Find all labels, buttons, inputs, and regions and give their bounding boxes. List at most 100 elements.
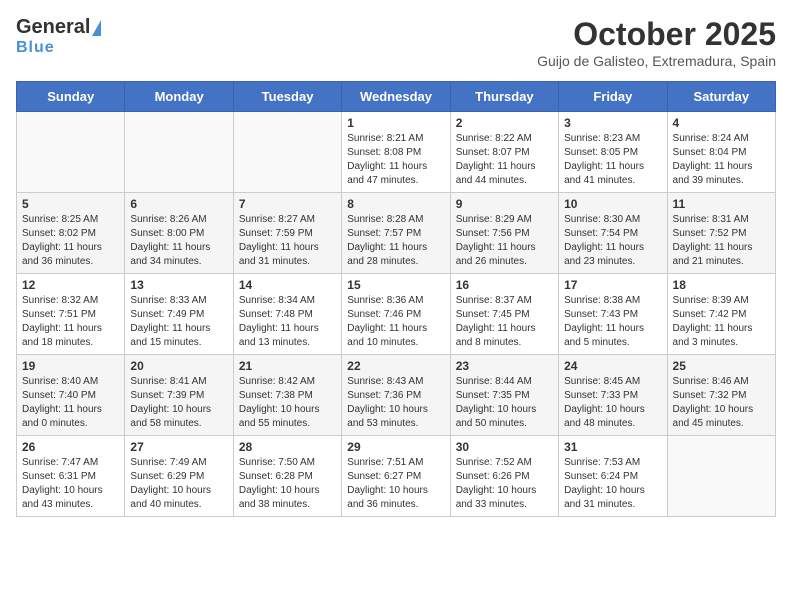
calendar-cell: 3 Sunrise: 8:23 AMSunset: 8:05 PMDaylight… bbox=[559, 112, 667, 193]
location-subtitle: Guijo de Galisteo, Extremadura, Spain bbox=[537, 53, 776, 69]
day-number: 18 bbox=[673, 278, 770, 292]
day-info: Sunrise: 7:49 AMSunset: 6:29 PMDaylight:… bbox=[130, 456, 227, 512]
day-number: 16 bbox=[456, 278, 553, 292]
day-info: Sunrise: 8:21 AMSunset: 8:08 PMDaylight:… bbox=[347, 132, 444, 188]
calendar-cell: 30 Sunrise: 7:52 AMSunset: 6:26 PMDayligh… bbox=[450, 436, 558, 517]
day-number: 10 bbox=[564, 197, 661, 211]
day-number: 19 bbox=[22, 359, 119, 373]
day-info: Sunrise: 8:40 AMSunset: 7:40 PMDaylight:… bbox=[22, 375, 119, 431]
day-number: 21 bbox=[239, 359, 336, 373]
calendar-cell: 16 Sunrise: 8:37 AMSunset: 7:45 PMDayligh… bbox=[450, 274, 558, 355]
day-info: Sunrise: 8:24 AMSunset: 8:04 PMDaylight:… bbox=[673, 132, 770, 188]
calendar-cell: 6 Sunrise: 8:26 AMSunset: 8:00 PMDaylight… bbox=[125, 193, 233, 274]
day-info: Sunrise: 8:36 AMSunset: 7:46 PMDaylight:… bbox=[347, 294, 444, 350]
calendar-table: SundayMondayTuesdayWednesdayThursdayFrid… bbox=[16, 81, 776, 517]
calendar-cell: 1Sunrise: 8:21 AMSunset: 8:08 PMDaylight… bbox=[342, 112, 450, 193]
header-day-tuesday: Tuesday bbox=[233, 82, 341, 112]
logo-general-word: General bbox=[16, 16, 90, 38]
calendar-cell: 20 Sunrise: 8:41 AMSunset: 7:39 PMDayligh… bbox=[125, 355, 233, 436]
header-day-saturday: Saturday bbox=[667, 82, 775, 112]
calendar-cell bbox=[233, 112, 341, 193]
calendar-week-2: 5Sunrise: 8:25 AMSunset: 8:02 PMDaylight… bbox=[17, 193, 776, 274]
calendar-cell: 13 Sunrise: 8:33 AMSunset: 7:49 PMDayligh… bbox=[125, 274, 233, 355]
day-info: Sunrise: 7:47 AMSunset: 6:31 PMDaylight:… bbox=[22, 456, 119, 512]
calendar-cell: 11 Sunrise: 8:31 AMSunset: 7:52 PMDayligh… bbox=[667, 193, 775, 274]
calendar-week-4: 19 Sunrise: 8:40 AMSunset: 7:40 PMDayligh… bbox=[17, 355, 776, 436]
day-number: 22 bbox=[347, 359, 444, 373]
day-number: 5 bbox=[22, 197, 119, 211]
calendar-cell: 24Sunrise: 8:45 AMSunset: 7:33 PMDayligh… bbox=[559, 355, 667, 436]
day-number: 3 bbox=[564, 116, 661, 130]
day-info: Sunrise: 8:32 AMSunset: 7:51 PMDaylight:… bbox=[22, 294, 119, 350]
calendar-cell: 4 Sunrise: 8:24 AMSunset: 8:04 PMDaylight… bbox=[667, 112, 775, 193]
day-info: Sunrise: 7:51 AMSunset: 6:27 PMDaylight:… bbox=[347, 456, 444, 512]
calendar-body: 1Sunrise: 8:21 AMSunset: 8:08 PMDaylight… bbox=[17, 112, 776, 517]
day-number: 13 bbox=[130, 278, 227, 292]
day-number: 12 bbox=[22, 278, 119, 292]
day-info: Sunrise: 7:52 AMSunset: 6:26 PMDaylight:… bbox=[456, 456, 553, 512]
calendar-cell: 14 Sunrise: 8:34 AMSunset: 7:48 PMDayligh… bbox=[233, 274, 341, 355]
day-info: Sunrise: 8:33 AMSunset: 7:49 PMDaylight:… bbox=[130, 294, 227, 350]
day-info: Sunrise: 8:28 AMSunset: 7:57 PMDaylight:… bbox=[347, 213, 444, 269]
calendar-cell bbox=[125, 112, 233, 193]
day-number: 24 bbox=[564, 359, 661, 373]
calendar-cell bbox=[17, 112, 125, 193]
day-info: Sunrise: 8:38 AMSunset: 7:43 PMDaylight:… bbox=[564, 294, 661, 350]
calendar-cell: 29 Sunrise: 7:51 AMSunset: 6:27 PMDayligh… bbox=[342, 436, 450, 517]
calendar-week-5: 26 Sunrise: 7:47 AMSunset: 6:31 PMDayligh… bbox=[17, 436, 776, 517]
day-info: Sunrise: 8:41 AMSunset: 7:39 PMDaylight:… bbox=[130, 375, 227, 431]
day-info: Sunrise: 8:43 AMSunset: 7:36 PMDaylight:… bbox=[347, 375, 444, 431]
day-number: 4 bbox=[673, 116, 770, 130]
logo: General Blue bbox=[16, 16, 101, 57]
calendar-week-3: 12 Sunrise: 8:32 AMSunset: 7:51 PMDayligh… bbox=[17, 274, 776, 355]
header-day-sunday: Sunday bbox=[17, 82, 125, 112]
day-info: Sunrise: 8:37 AMSunset: 7:45 PMDaylight:… bbox=[456, 294, 553, 350]
day-info: Sunrise: 8:44 AMSunset: 7:35 PMDaylight:… bbox=[456, 375, 553, 431]
calendar-cell: 19 Sunrise: 8:40 AMSunset: 7:40 PMDayligh… bbox=[17, 355, 125, 436]
day-info: Sunrise: 7:53 AMSunset: 6:24 PMDaylight:… bbox=[564, 456, 661, 512]
day-number: 29 bbox=[347, 440, 444, 454]
header-day-thursday: Thursday bbox=[450, 82, 558, 112]
day-number: 7 bbox=[239, 197, 336, 211]
day-info: Sunrise: 8:31 AMSunset: 7:52 PMDaylight:… bbox=[673, 213, 770, 269]
day-info: Sunrise: 8:23 AMSunset: 8:05 PMDaylight:… bbox=[564, 132, 661, 188]
day-number: 11 bbox=[673, 197, 770, 211]
day-number: 26 bbox=[22, 440, 119, 454]
calendar-cell: 27Sunrise: 7:49 AMSunset: 6:29 PMDayligh… bbox=[125, 436, 233, 517]
day-number: 15 bbox=[347, 278, 444, 292]
day-info: Sunrise: 8:30 AMSunset: 7:54 PMDaylight:… bbox=[564, 213, 661, 269]
calendar-cell: 2 Sunrise: 8:22 AMSunset: 8:07 PMDaylight… bbox=[450, 112, 558, 193]
day-number: 9 bbox=[456, 197, 553, 211]
day-info: Sunrise: 8:26 AMSunset: 8:00 PMDaylight:… bbox=[130, 213, 227, 269]
calendar-cell: 12 Sunrise: 8:32 AMSunset: 7:51 PMDayligh… bbox=[17, 274, 125, 355]
day-info: Sunrise: 8:42 AMSunset: 7:38 PMDaylight:… bbox=[239, 375, 336, 431]
day-info: Sunrise: 8:22 AMSunset: 8:07 PMDaylight:… bbox=[456, 132, 553, 188]
calendar-cell bbox=[667, 436, 775, 517]
calendar-cell: 17Sunrise: 8:38 AMSunset: 7:43 PMDayligh… bbox=[559, 274, 667, 355]
day-number: 6 bbox=[130, 197, 227, 211]
calendar-cell: 21 Sunrise: 8:42 AMSunset: 7:38 PMDayligh… bbox=[233, 355, 341, 436]
calendar-cell: 7 Sunrise: 8:27 AMSunset: 7:59 PMDaylight… bbox=[233, 193, 341, 274]
calendar-cell: 8Sunrise: 8:28 AMSunset: 7:57 PMDaylight… bbox=[342, 193, 450, 274]
day-number: 2 bbox=[456, 116, 553, 130]
page-header: General Blue October 2025 Guijo de Galis… bbox=[16, 16, 776, 69]
day-info: Sunrise: 8:27 AMSunset: 7:59 PMDaylight:… bbox=[239, 213, 336, 269]
day-number: 25 bbox=[673, 359, 770, 373]
header-day-friday: Friday bbox=[559, 82, 667, 112]
day-number: 31 bbox=[564, 440, 661, 454]
day-number: 30 bbox=[456, 440, 553, 454]
header-day-monday: Monday bbox=[125, 82, 233, 112]
calendar-week-1: 1Sunrise: 8:21 AMSunset: 8:08 PMDaylight… bbox=[17, 112, 776, 193]
calendar-cell: 31 Sunrise: 7:53 AMSunset: 6:24 PMDayligh… bbox=[559, 436, 667, 517]
calendar-cell: 28Sunrise: 7:50 AMSunset: 6:28 PMDayligh… bbox=[233, 436, 341, 517]
day-number: 14 bbox=[239, 278, 336, 292]
month-title: October 2025 bbox=[537, 16, 776, 53]
title-block: October 2025 Guijo de Galisteo, Extremad… bbox=[537, 16, 776, 69]
calendar-cell: 5Sunrise: 8:25 AMSunset: 8:02 PMDaylight… bbox=[17, 193, 125, 274]
calendar-cell: 22 Sunrise: 8:43 AMSunset: 7:36 PMDayligh… bbox=[342, 355, 450, 436]
calendar-cell: 9Sunrise: 8:29 AMSunset: 7:56 PMDaylight… bbox=[450, 193, 558, 274]
calendar-cell: 26 Sunrise: 7:47 AMSunset: 6:31 PMDayligh… bbox=[17, 436, 125, 517]
day-info: Sunrise: 8:34 AMSunset: 7:48 PMDaylight:… bbox=[239, 294, 336, 350]
day-number: 20 bbox=[130, 359, 227, 373]
day-info: Sunrise: 7:50 AMSunset: 6:28 PMDaylight:… bbox=[239, 456, 336, 512]
